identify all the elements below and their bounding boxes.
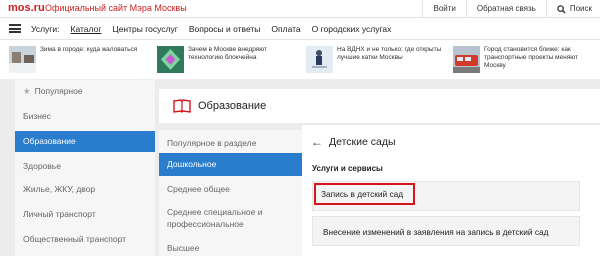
nav-faq[interactable]: Вопросы и ответы <box>189 24 261 34</box>
news-item[interactable]: На ВДНХ и не только: где открыты лучшие … <box>306 46 447 76</box>
subcategory-item[interactable]: Среднее специальное и профессиональное <box>159 206 279 230</box>
sidebar-item-label: Жилье, ЖКУ, двор <box>23 184 96 194</box>
search-button[interactable]: Поиск <box>545 0 600 18</box>
sidebar-item-label: Бизнес <box>23 111 51 121</box>
star-icon: ★ <box>23 86 31 96</box>
sidebar-item-health[interactable]: Здоровье <box>15 156 155 176</box>
subcategory-title: Детские сады <box>329 136 396 148</box>
blockchain-thumbnail <box>157 46 184 73</box>
subcategory-item[interactable]: Высшее <box>159 242 302 254</box>
sidebar-item-public-transport[interactable]: Общественный транспорт <box>15 229 155 249</box>
news-item[interactable]: Город становится ближе: как транспортные… <box>453 46 594 76</box>
feedback-link[interactable]: Обратная связь <box>465 0 546 18</box>
services-nav: Услуги: Каталог Центры госуслуг Вопросы … <box>0 18 600 40</box>
subcategory-label: Дошкольное <box>167 159 217 169</box>
news-text: На ВДНХ и не только: где открыты лучшие … <box>337 46 442 61</box>
subcategory-label: Среднее специальное и профессиональное <box>167 207 263 229</box>
nav-payment[interactable]: Оплата <box>271 24 300 34</box>
category-header: Образование <box>159 89 600 123</box>
service-item-kindergarten-enrollment[interactable]: Запись в детский сад <box>314 183 415 205</box>
nav-catalog[interactable]: Каталог <box>71 24 102 34</box>
nav-service-centers[interactable]: Центры госуслуг <box>112 24 177 34</box>
train-thumbnail <box>453 46 480 73</box>
nav-about-services[interactable]: О городских услугах <box>312 24 392 34</box>
sidebar-item-personal-transport[interactable]: Личный транспорт <box>15 204 155 224</box>
top-bar: mos.ru Официальный сайт Мэра Москвы Войт… <box>0 0 600 18</box>
book-icon <box>173 99 191 113</box>
sidebar-item-popular[interactable]: ★ Популярное <box>15 81 155 101</box>
subcategory-label: Высшее <box>167 243 200 253</box>
search-icon <box>557 4 566 14</box>
site-logo[interactable]: mos.ru <box>8 2 45 14</box>
sidebar-item-business[interactable]: Бизнес <box>15 106 155 126</box>
news-item[interactable]: Зачем в Москве внедряют технологию блокч… <box>157 46 298 76</box>
category-sidebar: ★ Популярное Бизнес Образование Здоровье … <box>15 80 155 256</box>
skating-thumbnail <box>306 46 333 73</box>
subcategory-item[interactable]: Популярное в разделе <box>159 134 302 152</box>
subcategory-item-preschool[interactable]: Дошкольное <box>159 153 302 176</box>
service-label: Внесение изменений в заявления на запись… <box>323 227 549 237</box>
subcategory-list: Популярное в разделе Дошкольное Среднее … <box>159 130 302 256</box>
service-item-edit-application[interactable]: Внесение изменений в заявления на запись… <box>312 216 580 246</box>
services-label: Услуги: <box>31 23 60 34</box>
arrow-left-icon: ← <box>311 135 323 149</box>
news-item[interactable]: Зима в городе: куда жаловаться <box>9 46 150 76</box>
back-link[interactable]: ← Детские сады <box>311 135 396 149</box>
sidebar-item-label: Личный транспорт <box>23 209 96 219</box>
snow-thumbnail <box>9 46 36 73</box>
sidebar-item-education[interactable]: Образование <box>15 131 155 152</box>
news-strip: Зима в городе: куда жаловаться Зачем в М… <box>0 40 600 80</box>
sidebar-item-housing[interactable]: Жилье, ЖКУ, двор <box>15 179 155 199</box>
sidebar-item-label: Популярное <box>34 86 83 96</box>
login-link[interactable]: Войти <box>422 0 465 18</box>
site-title[interactable]: Официальный сайт Мэра Москвы <box>45 3 187 13</box>
subcategory-item[interactable]: Среднее общее <box>159 181 302 197</box>
menu-icon[interactable] <box>9 24 21 33</box>
top-links: Войти Обратная связь Поиск <box>422 0 600 18</box>
section-label: Услуги и сервисы <box>312 164 383 173</box>
news-text: Зима в городе: куда жаловаться <box>40 46 138 53</box>
sidebar-item-label: Здоровье <box>23 161 61 171</box>
news-text: Зачем в Москве внедряют технологию блокч… <box>188 46 268 61</box>
sidebar-item-label: Общественный транспорт <box>23 234 127 244</box>
subcategory-label: Популярное в разделе <box>167 138 257 148</box>
category-title: Образование <box>198 100 267 112</box>
service-label: Запись в детский сад <box>321 189 404 199</box>
subcategory-label: Среднее общее <box>167 184 230 194</box>
search-label: Поиск <box>569 4 592 13</box>
news-text: Город становится ближе: как транспортные… <box>484 46 578 69</box>
sidebar-item-label: Образование <box>23 136 76 146</box>
